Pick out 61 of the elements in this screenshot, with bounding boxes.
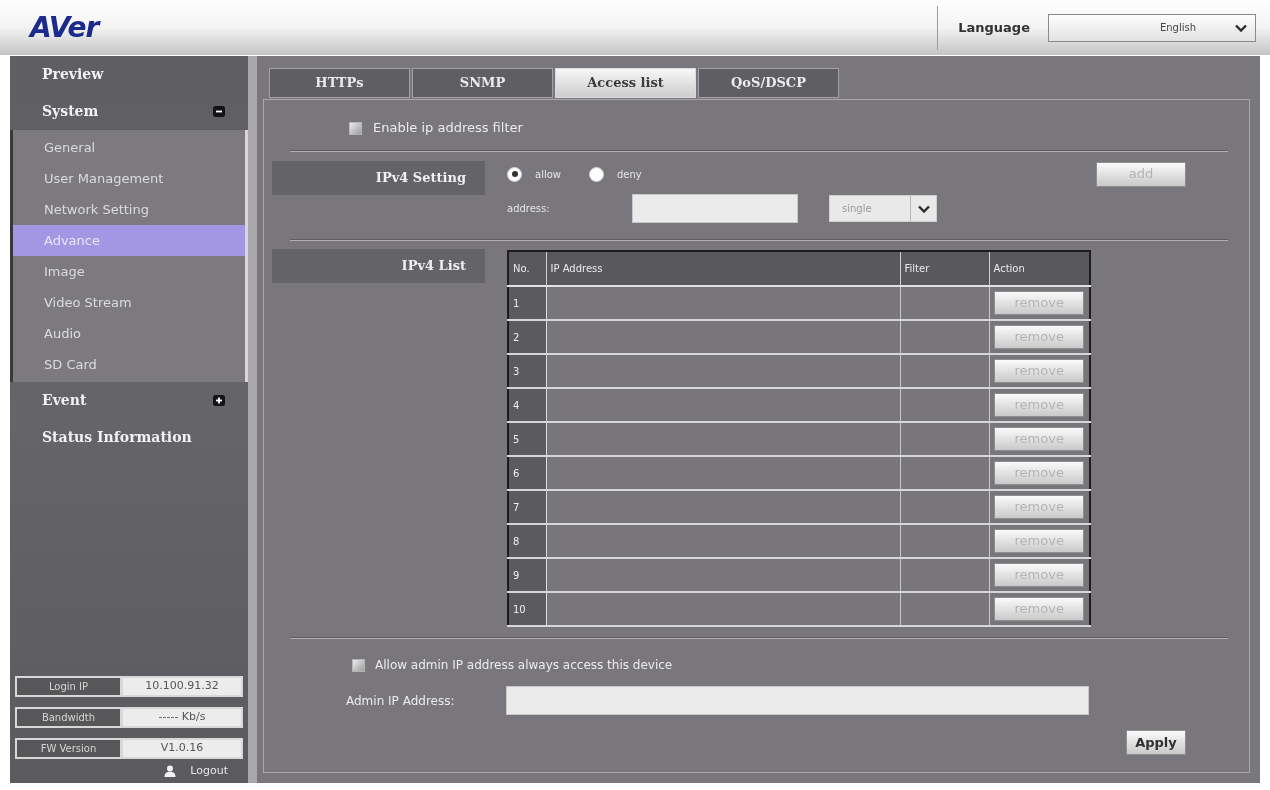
info-value: V1.0.16 — [123, 740, 241, 757]
row-number: 7 — [508, 490, 546, 524]
checkbox[interactable] — [352, 658, 365, 672]
user-icon — [164, 765, 177, 777]
tab[interactable]: QoS/DSCP — [698, 68, 839, 98]
admin-address-input[interactable] — [506, 686, 1089, 715]
language-label: Language — [958, 18, 1030, 37]
column-header: Action — [989, 251, 1090, 286]
chevron-down-icon — [1235, 23, 1247, 32]
sidebar-link[interactable]: Preview — [42, 64, 104, 85]
row-number: 4 — [508, 388, 546, 422]
sidebar-item[interactable]: Audio — [13, 318, 245, 349]
tab[interactable]: Access list — [555, 68, 696, 98]
radio-label: deny — [617, 167, 642, 182]
column-header: No. — [508, 251, 546, 286]
address-type-select[interactable]: single — [829, 195, 937, 222]
column-header: Filter — [900, 251, 989, 286]
info-value: 10.100.91.32 — [123, 678, 241, 695]
checkbox-label: Enable ip address filter — [373, 119, 523, 138]
row-number: 2 — [508, 320, 546, 354]
sidebar-item[interactable]: SD Card — [13, 349, 245, 380]
row-number: 8 — [508, 524, 546, 558]
language-select[interactable]: English — [1048, 13, 1256, 42]
row-number: 6 — [508, 456, 546, 490]
info-value: ----- Kb/s — [123, 709, 241, 726]
plus-icon[interactable] — [213, 395, 225, 406]
column-header: IP Address — [546, 251, 900, 286]
admin-address-label: Admin IP Address: — [346, 692, 456, 710]
tab[interactable]: SNMP — [412, 68, 553, 98]
sidebar-link[interactable]: Status Information — [42, 427, 192, 448]
sidebar-item[interactable]: User Management — [13, 163, 245, 194]
logo: AVer — [30, 13, 99, 42]
sidebar-item[interactable]: Advance — [13, 225, 245, 256]
checkbox-label: Allow admin IP address always access this device — [375, 657, 673, 674]
checkbox[interactable] — [349, 121, 362, 135]
section-label: IPv4 Setting — [272, 161, 485, 195]
row-number: 1 — [508, 286, 546, 320]
chevron-down-icon — [917, 204, 930, 213]
row-number: 10 — [508, 592, 546, 626]
address-label: address: — [507, 202, 551, 216]
section-label: IPv4 List — [272, 249, 485, 283]
tab[interactable]: HTTPs — [269, 68, 410, 98]
radio-button[interactable] — [589, 166, 604, 182]
minus-icon[interactable] — [213, 106, 225, 117]
logout-button[interactable]: Logout — [164, 762, 228, 780]
sidebar-item[interactable]: Video Stream — [13, 287, 245, 318]
sidebar-group[interactable]: Event — [42, 390, 87, 411]
apply-button[interactable]: Apply — [1126, 730, 1186, 755]
info-label: FW Version — [17, 740, 120, 757]
radio-button[interactable] — [507, 166, 522, 182]
sidebar-item[interactable]: Image — [13, 256, 245, 287]
sidebar-group[interactable]: System — [42, 101, 99, 122]
row-number: 3 — [508, 354, 546, 388]
sidebar-item[interactable]: General — [13, 132, 245, 163]
radio-label: allow — [535, 167, 561, 182]
row-number: 5 — [508, 422, 546, 456]
info-label: Bandwidth — [17, 709, 120, 726]
address-input[interactable] — [632, 194, 798, 223]
info-label: Login IP — [17, 678, 120, 695]
row-number: 9 — [508, 558, 546, 592]
sidebar-item[interactable]: Network Setting — [13, 194, 245, 225]
